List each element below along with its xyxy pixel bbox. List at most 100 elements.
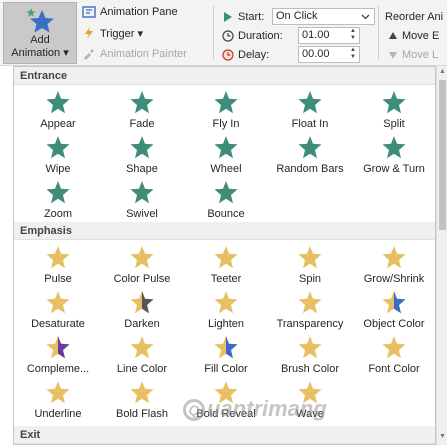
start-label: Start: [238,11,265,23]
delay-spinner[interactable]: ▲ ▼ [348,47,358,62]
bold-flash-star-icon [130,381,154,404]
spin-down-icon[interactable]: ▼ [348,54,358,61]
animation-object-color[interactable]: Object Color [352,289,435,333]
scrollbar-thumb[interactable] [439,80,446,230]
animation-label: Shape [126,163,158,175]
animation-label: Pulse [44,273,72,285]
delay-input[interactable]: 00.00 ▲ ▼ [298,46,360,63]
darken-star-icon [130,291,154,314]
underline-star-icon [46,381,70,404]
animation-split[interactable]: Split [352,89,435,133]
animation-random-bars[interactable]: Random Bars [268,134,352,178]
animation-swivel[interactable]: Swivel [100,179,184,223]
entrance-header: Entrance [14,67,435,85]
grow-turn-star-icon [382,136,406,159]
animation-label: Appear [40,118,76,130]
move-earlier-label: Move E [402,30,440,42]
delay-label: Delay: [238,49,270,61]
delay-clock-icon [222,49,234,61]
animation-fade[interactable]: Fade [100,89,184,133]
reorder-animation-label: Reorder Ani [385,8,443,26]
animation-darken[interactable]: Darken [100,289,184,333]
desaturate-star-icon [46,291,70,314]
animation-desaturate[interactable]: Desaturate [16,289,100,333]
brush-color-star-icon [298,336,322,359]
scroll-down-icon[interactable]: ▼ [438,433,447,443]
duration-input[interactable]: 01.00 ▲ ▼ [298,27,360,44]
animation-fill-color[interactable]: Fill Color [184,334,268,378]
animation-line-color[interactable]: Line Color [100,334,184,378]
spin-up-icon[interactable]: ▲ [348,28,358,35]
animation-bounce[interactable]: Bounce [184,179,268,223]
scroll-up-icon[interactable]: ▲ [438,68,447,78]
animation-label: Grow & Turn [363,163,425,175]
trigger-button[interactable]: Trigger ▾ [82,24,143,42]
ribbon-separator [378,6,379,60]
teeter-star-icon [214,246,238,269]
start-label-group: Start: [222,8,264,26]
painter-brush-icon [84,49,94,60]
float-in-star-icon [298,91,322,114]
animation-underline[interactable]: Underline [16,379,100,423]
spin-star-icon [298,246,322,269]
animation-zoom[interactable]: Zoom [16,179,100,223]
animation-label: Lighten [207,318,245,330]
arrow-down-icon [389,52,397,59]
zoom-star-icon [46,181,70,204]
animation-pane-label: Animation Pane [100,6,178,18]
animation-pane-button[interactable]: Animation Pane [82,3,178,21]
animation-label: Color Pulse [113,273,171,285]
animation-wipe[interactable]: Wipe [16,134,100,178]
animation-grow-shrink[interactable]: Grow/Shrink [352,244,435,288]
animation-teeter[interactable]: Teeter [184,244,268,288]
animation-label: Underline [34,408,82,420]
animation-shape[interactable]: Shape [100,134,184,178]
exit-header: Exit [14,426,435,444]
spin-down-icon[interactable]: ▼ [348,35,358,42]
emphasis-header: Emphasis [14,222,435,240]
animation-wheel[interactable]: Wheel [184,134,268,178]
animation-spin[interactable]: Spin [268,244,352,288]
add-animation-button[interactable]: Add Animation ▾ [3,2,77,64]
watermark-text: uantrimang [207,396,327,421]
animation-gallery: Entrance Appear Fade Fly In Float In Split Wi… [13,66,436,445]
animation-label: Swivel [126,208,158,220]
line-color-star-icon [130,336,154,359]
watermark: Quantrimang [183,396,373,426]
animation-font-color[interactable]: Font Color [352,334,435,378]
animation-transparency[interactable]: Transparency [268,289,352,333]
animation-pulse[interactable]: Pulse [16,244,100,288]
animation-bold-flash[interactable]: Bold Flash [100,379,184,423]
animation-lighten[interactable]: Lighten [184,289,268,333]
animation-grow-turn[interactable]: Grow & Turn [352,134,435,178]
start-dropdown[interactable]: On Click [272,8,375,25]
animation-float-in[interactable]: Float In [268,89,352,133]
animation-compleme[interactable]: Compleme... [16,334,100,378]
animation-label: Split [383,118,405,130]
animation-label: Grow/Shrink [363,273,425,285]
add-animation-star-icon [26,8,54,33]
fill-color-star-icon [214,336,238,359]
arrow-up-icon [389,32,397,39]
duration-spinner[interactable]: ▲ ▼ [348,28,358,43]
appear-star-icon [46,91,70,114]
animation-label: Random Bars [276,163,344,175]
animation-brush-color[interactable]: Brush Color [268,334,352,378]
object-color-star-icon [382,291,406,314]
animation-label: Desaturate [31,318,85,330]
bounce-star-icon [214,181,238,204]
animation-label: Brush Color [280,363,340,375]
animation-color-pulse[interactable]: Color Pulse [100,244,184,288]
lighten-star-icon [214,291,238,314]
animation-painter-button[interactable]: Animation Painter [82,45,187,63]
spin-up-icon[interactable]: ▲ [348,47,358,54]
grow-shrink-star-icon [382,246,406,269]
lightning-icon [85,27,93,39]
animation-fly-in[interactable]: Fly In [184,89,268,133]
move-earlier-button[interactable]: Move E [388,27,439,45]
move-later-button[interactable]: Move L [388,46,438,64]
animation-label: Line Color [116,363,168,375]
gallery-scrollbar[interactable]: ▲ ▼ [436,66,447,445]
animation-appear[interactable]: Appear [16,89,100,133]
animation-label: Object Color [363,318,425,330]
